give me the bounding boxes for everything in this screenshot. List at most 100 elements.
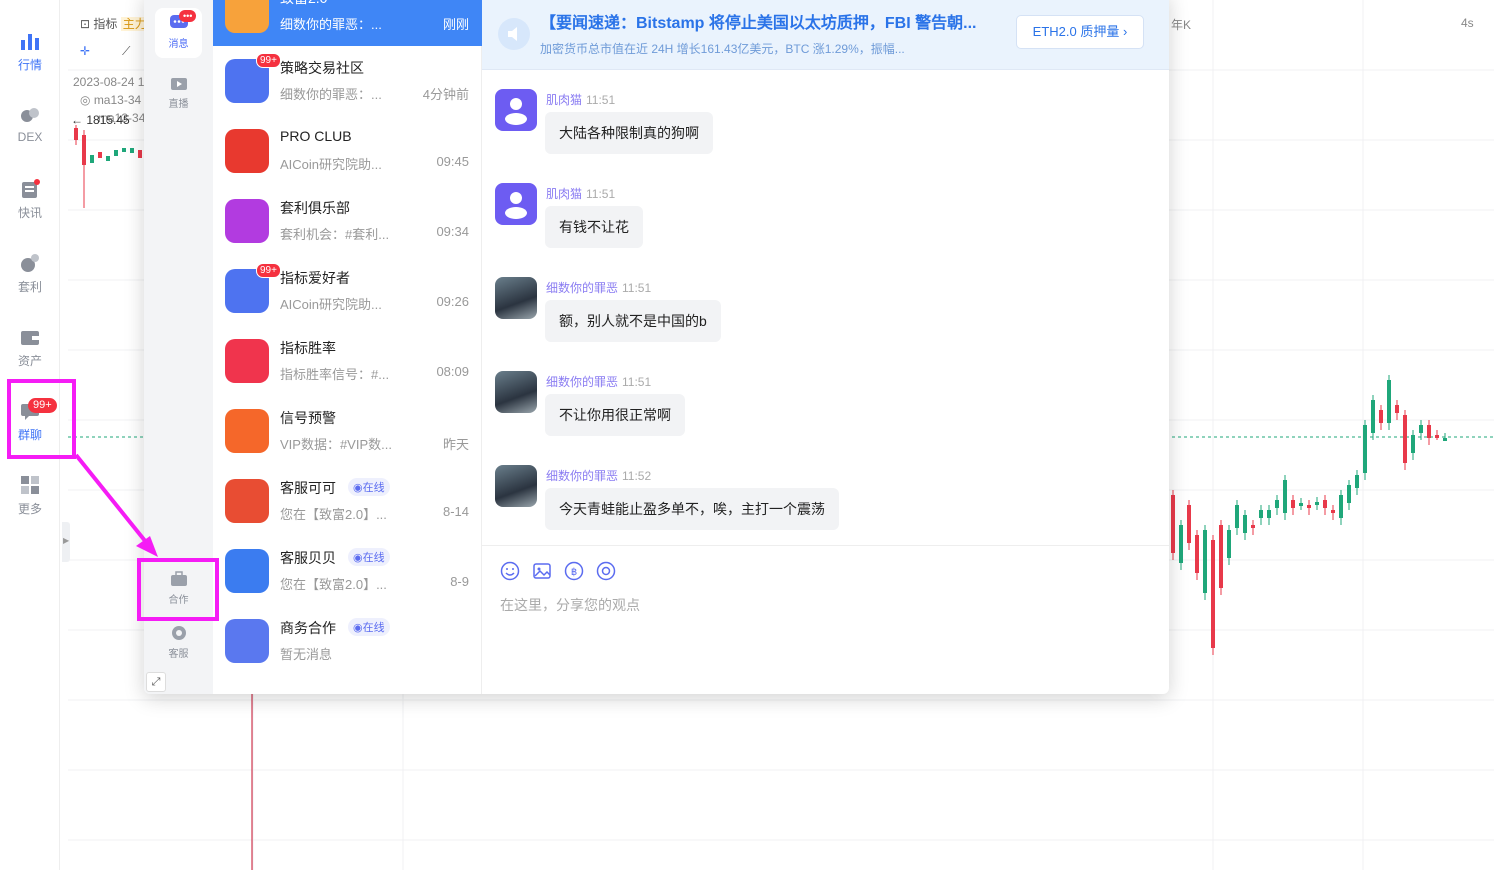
conversation-item[interactable]: 客服贝贝 ◉在线 您在【致富2.0】... 8-9 (213, 536, 482, 606)
conversation-item[interactable]: 致富2.0 细数你的罪恶：... 刚刚 (213, 0, 482, 46)
unread-badge: 99+ (256, 53, 281, 68)
conversation-name: 商务合作 (280, 620, 336, 636)
online-status-label: 在线 (362, 552, 385, 564)
image-icon[interactable] (532, 561, 552, 581)
candle-body (1411, 435, 1415, 453)
candle-body (1331, 510, 1335, 513)
candle-body (1179, 525, 1183, 563)
line-tool-icon[interactable]: ⟋ (122, 44, 130, 59)
candle-body (1211, 540, 1215, 648)
candle-body (1427, 425, 1431, 438)
user-avatar[interactable] (495, 371, 537, 413)
user-avatar[interactable] (495, 89, 537, 131)
user-avatar[interactable] (495, 465, 537, 507)
nav-item-news[interactable]: 快讯 (0, 178, 60, 242)
rail-label: 消息 (168, 39, 189, 50)
conversation-item[interactable]: 套利俱乐部 套利机会：#套利... 09:34 (213, 186, 482, 256)
conversation-list: 致富2.0细数你的罪恶：...刚刚99+策略交易社区细数你的罪恶：...4分钟前… (213, 0, 482, 694)
message-author[interactable]: 细数你的罪恶 11:51 (546, 373, 651, 390)
group-avatar-icon (225, 199, 269, 243)
candle-body (1291, 500, 1295, 508)
coin-icon[interactable]: ฿ (564, 561, 584, 581)
candle-body (1355, 475, 1359, 488)
conversation-item[interactable]: 客服可可 ◉在线 您在【致富2.0】... 8-14 (213, 466, 482, 536)
message-time: 11:52 (622, 469, 652, 483)
chevron-right-icon: › (1122, 24, 1128, 39)
emoji-icon[interactable] (500, 561, 520, 581)
message-author[interactable]: 肌肉猫 11:51 (546, 185, 615, 202)
online-status-label: 在线 (362, 482, 385, 494)
conversation-time: 8-9 (450, 574, 469, 589)
eye-icon[interactable]: ◎ (80, 93, 94, 107)
candle-body (1435, 435, 1439, 438)
ma-label-1: ma13-34 (93, 93, 142, 107)
chat-window: 消息 ••• 直播 合作 客服 ⤢ 致富2.0细数你的罪恶：...刚刚99+策略… (144, 0, 1169, 694)
conversation-name: 致富2.0 (280, 0, 327, 8)
mention-icon[interactable] (596, 561, 616, 581)
candle-body (1387, 380, 1391, 423)
online-status-badge: ◉在线 (348, 478, 390, 496)
message-input[interactable]: 在这里，分享您的观点 (500, 595, 640, 615)
conversation-item[interactable]: 99+ 策略交易社区 细数你的罪恶：... 4分钟前 (213, 46, 482, 116)
message-bubble: 不让你用很正常啊 (545, 394, 685, 436)
nav-label: DEX (17, 130, 43, 144)
nav-item-more[interactable]: 更多 (0, 474, 60, 538)
conversation-item[interactable]: 指标胜率 指标胜率信号：#... 08:09 (213, 326, 482, 396)
nav-label: 更多 (17, 502, 42, 516)
more-grid-icon (21, 476, 39, 494)
chat-message: 细数你的罪恶 11:51 不让你用很正常啊 (495, 371, 1135, 451)
conversation-item[interactable]: 99+ 指标爱好者 AICoin研究院助... 09:26 (213, 256, 482, 326)
message-time: 11:51 (586, 93, 616, 107)
message-bubble: 今天青蛙能止盈多单不，唉，主打一个震荡 (545, 488, 839, 530)
refresh-interval[interactable]: 4s (1461, 16, 1474, 30)
user-avatar[interactable] (495, 183, 537, 225)
unread-badge: 99+ (256, 263, 281, 278)
conversation-time: 09:34 (436, 224, 469, 239)
conversation-preview: 细数你的罪恶：... (280, 87, 382, 102)
conversation-name: PRO CLUB (280, 128, 352, 144)
conversation-name: 客服贝贝 (280, 550, 336, 566)
online-status-badge: ◉在线 (348, 618, 390, 636)
candle-body (1379, 410, 1383, 423)
candle-body (1275, 500, 1279, 508)
candle-body (1403, 415, 1407, 463)
conversation-preview: 您在【致富2.0】... (280, 507, 387, 522)
eth-staking-button[interactable]: ETH2.0 质押量 › (1016, 15, 1144, 49)
rail-item-messages[interactable]: 消息 ••• (155, 8, 202, 58)
tv-icon (170, 78, 187, 90)
candle-body (1339, 495, 1343, 518)
conversation-preview: AICoin研究院助... (280, 297, 382, 312)
group-avatar-icon (225, 339, 269, 383)
group-avatar-icon (225, 479, 269, 523)
rail-item-support[interactable]: 客服 (155, 618, 202, 668)
nav-item-arbitrage[interactable]: 套利 (0, 252, 60, 316)
crosshair-tool-icon[interactable]: ✛ (80, 44, 90, 58)
message-author[interactable]: 细数你的罪恶 11:51 (546, 279, 651, 296)
user-avatar[interactable] (495, 277, 537, 319)
message-author[interactable]: 细数你的罪恶 11:52 (546, 467, 651, 484)
message-author-name: 细数你的罪恶 (546, 469, 619, 483)
conversation-time: 09:26 (436, 294, 469, 309)
conversation-item[interactable]: PRO CLUB AICoin研究院助... 09:45 (213, 116, 482, 186)
online-status-badge: ◉在线 (348, 548, 390, 566)
group-avatar-icon (225, 0, 269, 33)
candle-body (1259, 510, 1263, 518)
message-author[interactable]: 肌肉猫 11:51 (546, 91, 615, 108)
period-year-tab[interactable]: 年K (1171, 16, 1191, 33)
nav-item-dex[interactable]: DEX (0, 104, 60, 168)
expand-window-icon[interactable]: ⤢ (146, 672, 166, 692)
rail-label: 直播 (168, 99, 189, 110)
conversation-item[interactable]: 信号预警 VIP数据：#VIP数... 昨天 (213, 396, 482, 466)
indicator-button[interactable]: ⊡ 指标 主力 (80, 15, 149, 32)
rail-item-live[interactable]: 直播 (155, 68, 202, 118)
candle-body (1251, 525, 1255, 528)
conversation-preview: 暂无消息 (280, 647, 333, 662)
message-author-name: 肌肉猫 (546, 187, 583, 201)
group-avatar-icon (225, 409, 269, 453)
nav-item-market[interactable]: 行情 (0, 30, 60, 94)
chat-message: 肌肉猫 11:51 有钱不让花 (495, 183, 1135, 263)
news-banner[interactable]: 【要闻速递：Bitstamp 将停止美国以太坊质押，FBI 警告朝... 加密货… (482, 0, 1169, 70)
indicator-icon: ⊡ (80, 17, 94, 31)
headset-icon (171, 626, 186, 640)
conversation-item[interactable]: 商务合作 ◉在线 暂无消息 (213, 606, 482, 676)
